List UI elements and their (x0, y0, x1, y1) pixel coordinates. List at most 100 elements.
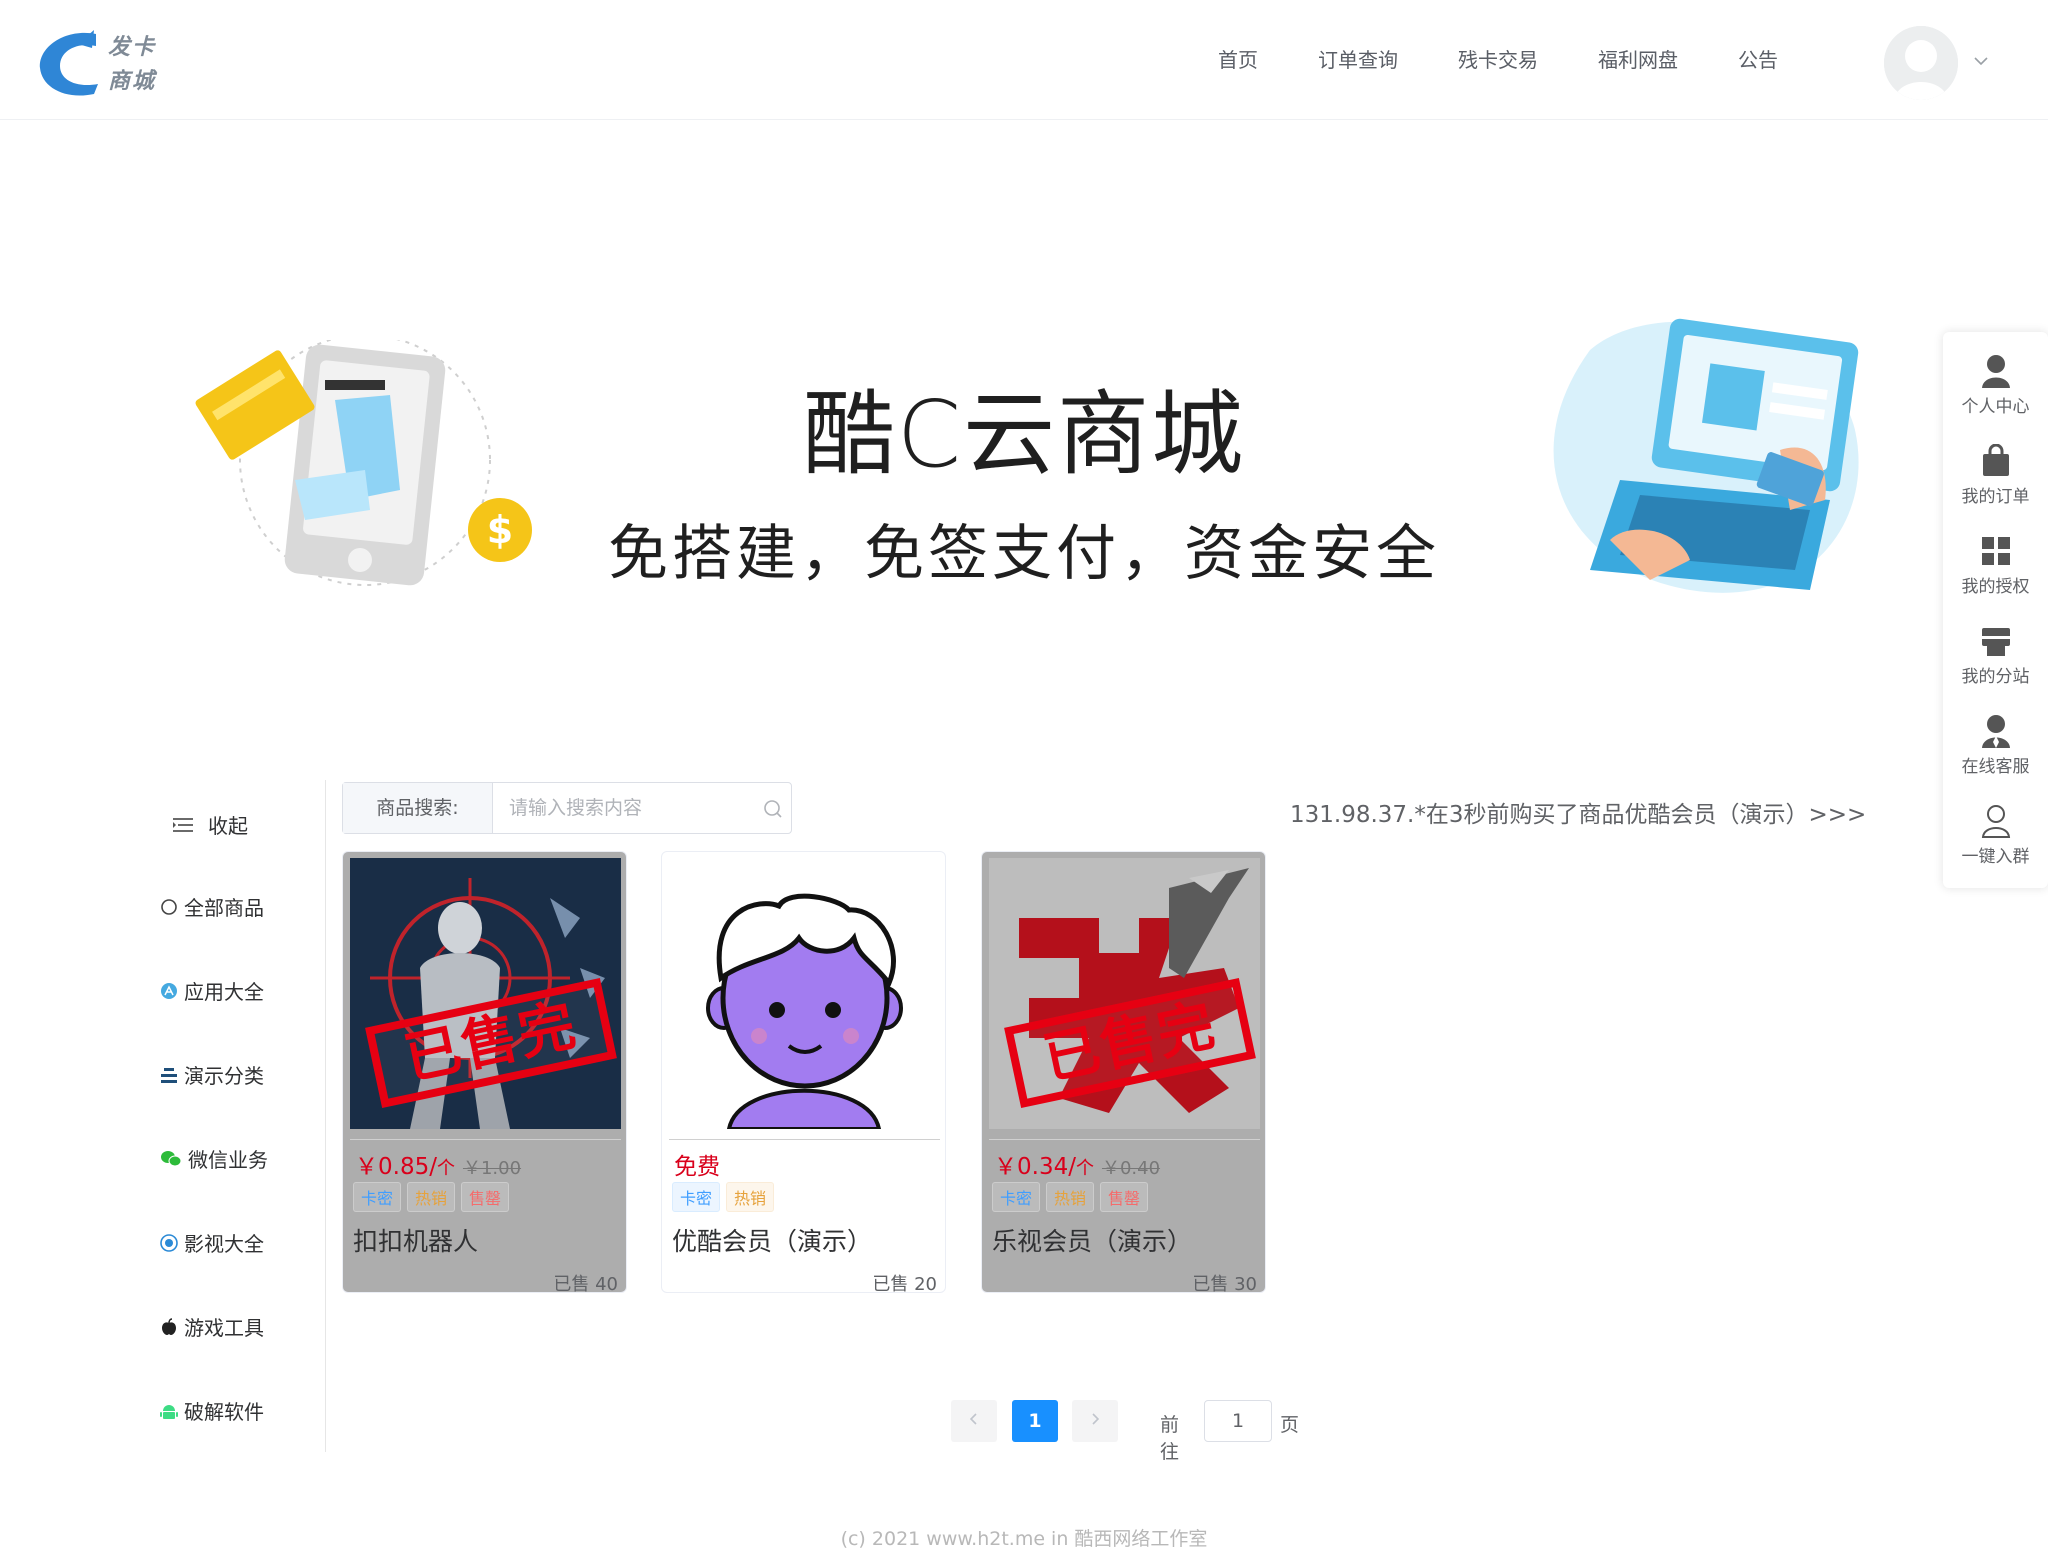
chevron-right-icon (1092, 1413, 1100, 1425)
side-float-panel: 个人中心 我的订单 我的授权 我的分站 在线客服 一键入群 (1943, 332, 2048, 888)
apple-icon (162, 1317, 176, 1335)
float-label: 我的授权 (1961, 577, 2030, 597)
footer-copyright: (c) 2021 www.h2t.me in 酷西网络工作室 (840, 1528, 1208, 1550)
logo-text-line1: 发卡 (108, 34, 157, 60)
grid-icon (1981, 537, 2010, 565)
search-icon[interactable] (763, 799, 783, 819)
product-card[interactable]: 免费 卡密 热销 优酷会员（演示） 已售 20 (661, 851, 946, 1293)
tag-sold-out: 售罄 (1100, 1182, 1149, 1212)
circle-outline-icon (161, 898, 177, 915)
sidebar-item-label: 全部商品 (184, 896, 264, 920)
product-tags: 卡密 热销 (672, 1182, 775, 1212)
float-my-orders[interactable]: 我的订单 (1943, 430, 2048, 510)
logo-text-line2: 商城 (108, 68, 157, 94)
tag-card-code: 卡密 (353, 1182, 402, 1212)
search-label: 商品搜索: (343, 783, 493, 833)
float-join-group[interactable]: 一键入群 (1943, 790, 2048, 870)
main-nav: 首页 订单查询 残卡交易 福利网盘 公告 (1158, 44, 1778, 73)
laptop-shopping-illustration-icon (1553, 318, 1859, 593)
nav-order-query[interactable]: 订单查询 (1318, 44, 1398, 73)
tag-hot: 热销 (726, 1182, 775, 1212)
price-unit: 个 (436, 1158, 455, 1179)
float-label: 我的订单 (1961, 487, 2030, 507)
float-label: 我的分站 (1961, 667, 2030, 687)
sidebar-item-game-tools[interactable]: 游戏工具 (160, 1312, 264, 1341)
user-avatar[interactable] (1884, 26, 1958, 100)
sidebar-collapse-button[interactable]: 收起 (172, 810, 248, 839)
price-value: ￥0.85/ (355, 1154, 437, 1180)
product-image (669, 858, 940, 1129)
product-tags: 卡密 热销 售罄 (992, 1182, 1149, 1212)
float-my-substation[interactable]: 我的分站 (1943, 610, 2048, 690)
sidebar-item-label: 微信业务 (188, 1148, 268, 1172)
store-icon (1981, 628, 2010, 656)
float-label: 个人中心 (1961, 397, 2030, 417)
category-sidebar: 收起 全部商品 应用大全 演示分类 微信业务 影视大全 游戏工具 破解软件 (150, 780, 326, 1452)
logo-text: 发卡 商城 (108, 30, 156, 98)
product-price: ￥0.85/个 ￥1.00 (355, 1147, 521, 1181)
price-unit: 个 (1075, 1158, 1094, 1179)
sidebar-item-demo[interactable]: 演示分类 (160, 1060, 264, 1089)
sidebar-item-label: 游戏工具 (184, 1316, 264, 1340)
card-divider (350, 1139, 621, 1140)
tag-card-code: 卡密 (672, 1182, 721, 1212)
price-value: 免费 (674, 1154, 720, 1180)
android-icon (160, 1404, 178, 1419)
chevron-left-icon (969, 1413, 977, 1425)
sold-count: 已售 40 (553, 1274, 618, 1293)
card-divider (989, 1139, 1260, 1140)
collapse-label: 收起 (208, 814, 248, 838)
original-price: ￥0.40 (1101, 1158, 1161, 1179)
chevron-down-icon[interactable] (1972, 52, 1990, 70)
sidebar-item-label: 影视大全 (184, 1232, 264, 1256)
float-online-service[interactable]: 在线客服 (1943, 700, 2048, 780)
sidebar-item-wechat[interactable]: 微信业务 (160, 1144, 268, 1173)
nav-card-trade[interactable]: 残卡交易 (1458, 44, 1538, 73)
shopping-bag-icon (1982, 444, 2009, 476)
sidebar-item-all-products[interactable]: 全部商品 (160, 892, 264, 921)
tag-hot: 热销 (407, 1182, 456, 1212)
stack-icon (161, 1067, 177, 1083)
nav-home[interactable]: 首页 (1218, 44, 1258, 73)
sidebar-item-crack-software[interactable]: 破解软件 (160, 1396, 264, 1425)
float-my-license[interactable]: 我的授权 (1943, 520, 2048, 600)
product-search: 商品搜索: (342, 782, 792, 834)
product-tags: 卡密 热销 售罄 (353, 1182, 510, 1212)
collapse-menu-icon (173, 817, 193, 832)
float-label: 一键入群 (1961, 847, 2030, 867)
sold-count: 已售 20 (872, 1274, 937, 1293)
prev-page-button[interactable] (951, 1400, 997, 1442)
user-outline-icon (1981, 805, 2010, 838)
product-card[interactable]: 已售完 ￥0.85/个 ￥1.00 卡密 热销 售罄 扣扣机器人 已售 40 (342, 851, 627, 1293)
page-suffix-label: 页 (1280, 1414, 1300, 1436)
user-icon (1981, 355, 2010, 388)
sold-count: 已售 30 (1192, 1274, 1257, 1293)
product-card[interactable]: 已售完 ￥0.34/个 ￥0.40 卡密 热销 售罄 乐视会员（演示） 已售 30 (981, 851, 1266, 1293)
wechat-icon (161, 1150, 182, 1166)
purchase-ticker: 131.98.37.*在3秒前购买了商品优酷会员（演示）>>> (1290, 802, 1867, 828)
next-page-button[interactable] (1072, 1400, 1118, 1442)
card-divider (669, 1139, 940, 1140)
goto-page-input[interactable] (1204, 1400, 1272, 1442)
product-name: 优酷会员（演示） (672, 1227, 873, 1256)
search-input[interactable] (507, 783, 757, 833)
original-price: ￥1.00 (462, 1158, 522, 1179)
product-name: 扣扣机器人 (353, 1227, 479, 1256)
nav-netdisk[interactable]: 福利网盘 (1598, 44, 1678, 73)
cartoon-boy-image-icon (669, 858, 940, 1129)
sidebar-item-label: 破解软件 (184, 1400, 264, 1424)
sidebar-item-apps[interactable]: 应用大全 (160, 976, 264, 1005)
top-header: 发卡 商城 首页 订单查询 残卡交易 福利网盘 公告 (0, 0, 2048, 120)
nav-announcement[interactable]: 公告 (1738, 44, 1778, 73)
float-personal-center[interactable]: 个人中心 (1943, 340, 2048, 420)
tag-card-code: 卡密 (992, 1182, 1041, 1212)
product-name: 乐视会员（演示） (992, 1227, 1193, 1256)
goto-label: 前往 (1160, 1414, 1180, 1463)
sidebar-item-label: 应用大全 (184, 980, 264, 1004)
product-price: 免费 (674, 1147, 720, 1181)
page-number-button[interactable]: 1 (1012, 1400, 1058, 1442)
sidebar-item-video[interactable]: 影视大全 (160, 1228, 264, 1257)
tag-hot: 热销 (1046, 1182, 1095, 1212)
price-value: ￥0.34/ (994, 1154, 1076, 1180)
target-icon (160, 1233, 178, 1252)
